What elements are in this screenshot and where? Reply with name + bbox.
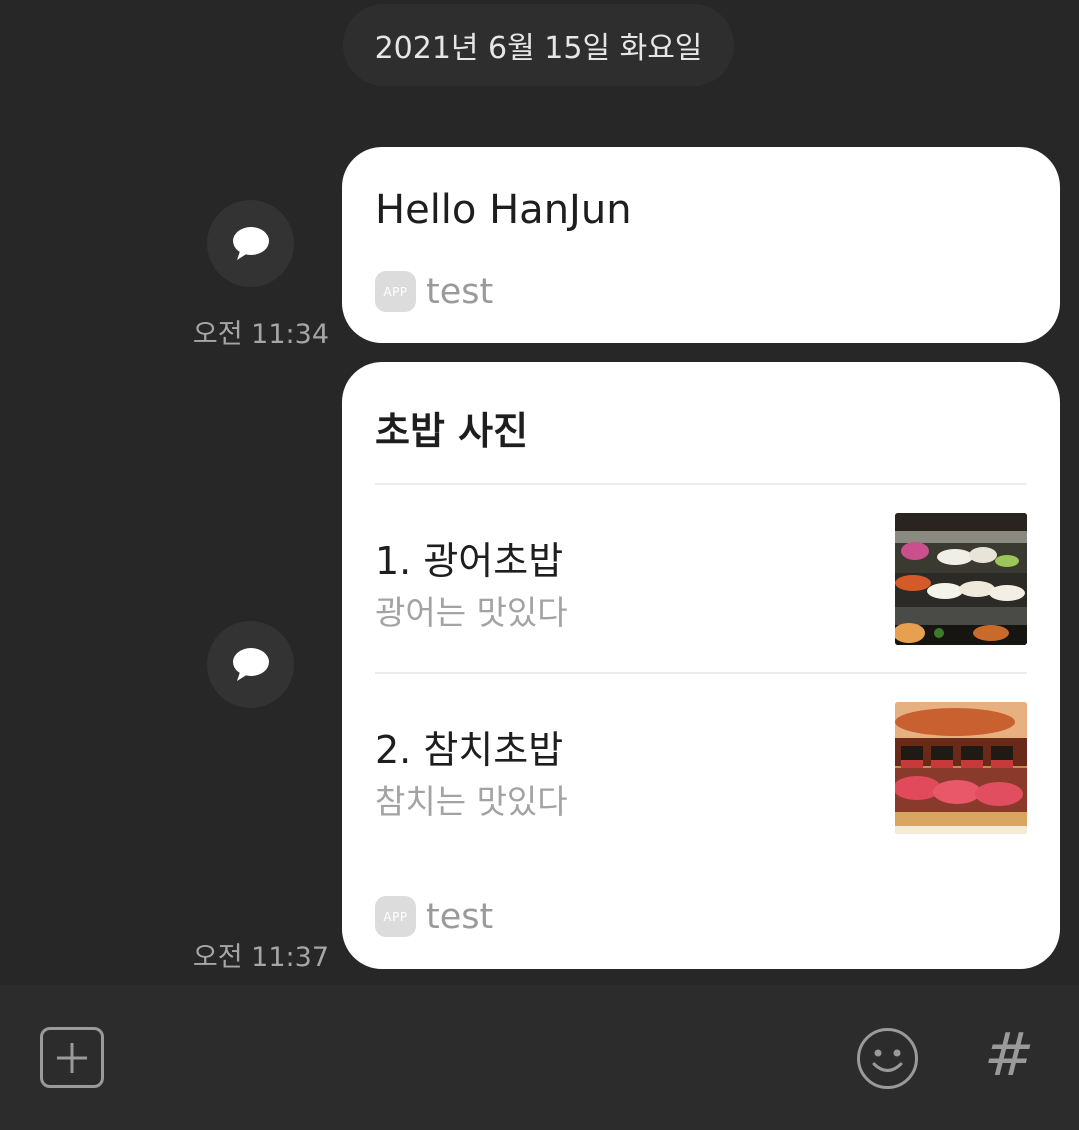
chat-area: 2021년 6월 15일 화요일 오전 11:34 Hello HanJun A… bbox=[0, 0, 1079, 985]
sender-avatar[interactable] bbox=[207, 621, 294, 708]
date-divider: 2021년 6월 15일 화요일 bbox=[343, 4, 734, 86]
flatfish-sushi-image[interactable] bbox=[895, 513, 1027, 645]
add-button[interactable] bbox=[40, 1027, 104, 1088]
date-divider-label: 2021년 6월 15일 화요일 bbox=[374, 31, 703, 66]
app-badge-icon: APP bbox=[375, 896, 416, 937]
speech-bubble-icon bbox=[232, 226, 269, 260]
app-badge-icon: APP bbox=[375, 271, 416, 312]
plus-icon bbox=[57, 1042, 87, 1073]
composer-bar: # bbox=[0, 985, 1079, 1130]
message-bubble-list[interactable]: 초밥 사진 1. 광어초밥 광어는 맛있다 2. 참치초밥 참치는 맛있다 AP… bbox=[342, 362, 1060, 969]
app-name: test bbox=[426, 896, 494, 937]
message-bubble-text[interactable]: Hello HanJun APP test bbox=[342, 147, 1060, 343]
divider bbox=[375, 483, 1027, 485]
emoji-button[interactable] bbox=[856, 1027, 919, 1090]
speech-bubble-icon bbox=[232, 647, 269, 681]
tuna-sushi-image[interactable] bbox=[895, 702, 1027, 834]
list-title: 초밥 사진 bbox=[375, 409, 529, 453]
app-attribution[interactable]: APP test bbox=[375, 271, 493, 312]
list-item-title: 1. 광어초밥 bbox=[375, 539, 564, 583]
list-item-description: 광어는 맛있다 bbox=[375, 593, 568, 632]
hashtag-icon: # bbox=[984, 1020, 1035, 1090]
divider bbox=[375, 672, 1027, 674]
message-time: 오전 11:37 bbox=[192, 942, 329, 973]
list-item-description: 참치는 맛있다 bbox=[375, 782, 568, 821]
list-item-title: 2. 참치초밥 bbox=[375, 728, 564, 772]
message-time: 오전 11:34 bbox=[192, 319, 329, 350]
smiley-icon bbox=[857, 1028, 918, 1089]
app-name: test bbox=[426, 271, 494, 312]
message-text: Hello HanJun bbox=[375, 187, 632, 233]
hashtag-button[interactable]: # bbox=[984, 1025, 1034, 1085]
app-attribution[interactable]: APP test bbox=[375, 896, 493, 937]
sender-avatar[interactable] bbox=[207, 200, 294, 287]
